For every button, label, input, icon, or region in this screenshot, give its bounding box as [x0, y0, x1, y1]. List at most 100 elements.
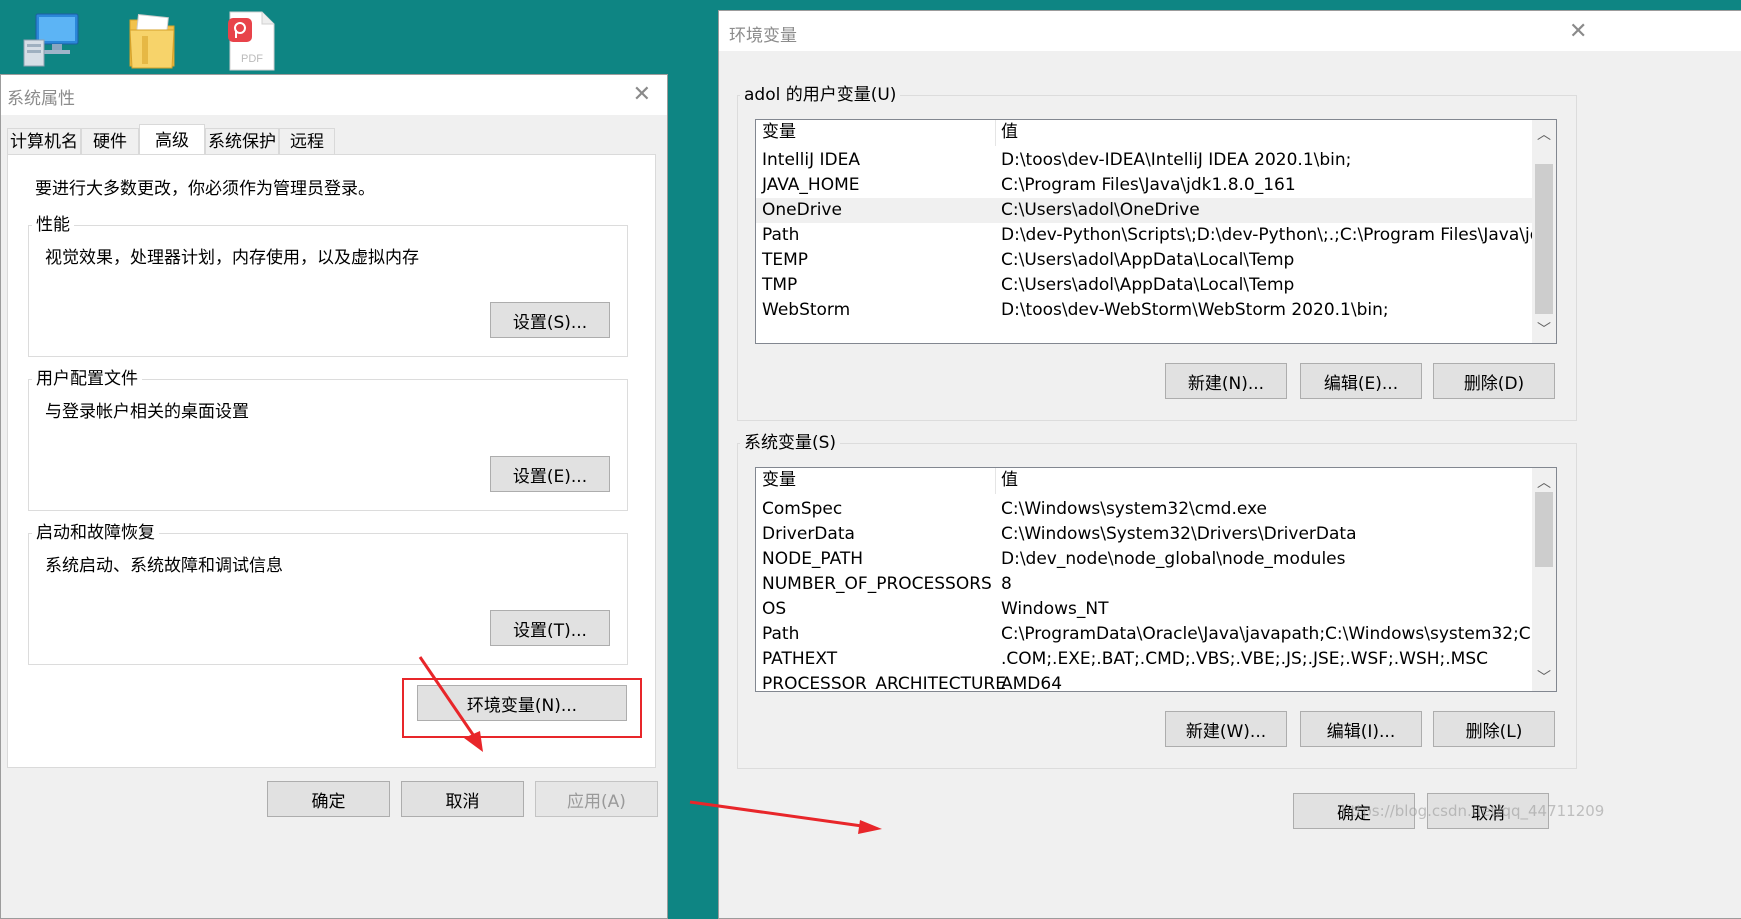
user-profiles-legend: 用户配置文件 [32, 369, 142, 389]
advanced-panel: 要进行大多数更改，你必须作为管理员登录。 性能 视觉效果，处理器计划，内存使用，… [7, 154, 656, 768]
watermark: https://blog.csdn.net/qq_44711209 [1341, 802, 1605, 820]
user-profiles-description: 与登录帐户相关的桌面设置 [45, 402, 249, 422]
user-variable-row[interactable]: WebStorm D:\toos\dev-WebStorm\WebStorm 20… [756, 298, 1534, 323]
list-header: 变量 值 [756, 120, 1534, 146]
startup-recovery-settings-button[interactable]: 设置(T)... [490, 610, 610, 646]
apply-button[interactable]: 应用(A) [535, 781, 658, 817]
system-variable-row[interactable]: ComSpec C:\Windows\system32\cmd.exe [756, 497, 1534, 522]
system-variable-row[interactable]: PROCESSOR_ARCHITECTURE AMD64 [756, 672, 1534, 692]
system-new-button[interactable]: 新建(W)... [1165, 711, 1287, 747]
variable-name: IntelliJ IDEA [762, 150, 860, 170]
scrollbar-thumb[interactable] [1535, 492, 1553, 567]
ok-button[interactable]: 确定 [267, 781, 390, 817]
user-variable-row[interactable]: Path D:\dev-Python\Scripts\;D:\dev-Python… [756, 223, 1556, 248]
variable-name: JAVA_HOME [762, 175, 860, 195]
system-variable-row[interactable]: OS Windows_NT [756, 597, 1534, 622]
variable-name: WebStorm [762, 300, 851, 320]
tab-remote[interactable]: 远程 [279, 128, 335, 154]
svg-text:PDF: PDF [241, 53, 263, 65]
env-close-icon[interactable]: ✕ [1569, 21, 1587, 43]
variable-name: DriverData [762, 524, 855, 544]
scrollbar-thumb[interactable] [1535, 164, 1553, 314]
variable-value: D:\toos\dev-IDEA\IntelliJ IDEA 2020.1\bi… [1001, 150, 1352, 170]
user-variable-row[interactable]: JAVA_HOME C:\Program Files\Java\jdk1.8.0_… [756, 173, 1534, 198]
title-bar: 系统属性 ✕ [1, 75, 667, 115]
user-variable-row-selected[interactable]: OneDrive C:\Users\adol\OneDrive [756, 198, 1534, 223]
variable-name: TMP [762, 275, 798, 295]
system-variable-row[interactable]: DriverData C:\Windows\System32\Drivers\Dr… [756, 522, 1534, 547]
system-delete-button[interactable]: 删除(L) [1433, 711, 1555, 747]
variable-value: .COM;.EXE;.BAT;.CMD;.VBS;.VBE;.JS;.JSE;.… [1001, 649, 1489, 669]
tab-hardware[interactable]: 硬件 [81, 128, 139, 154]
vertical-scrollbar[interactable]: ︿ ﹀ [1532, 468, 1556, 691]
user-variable-row[interactable]: TEMP C:\Users\adol\AppData\Local\Temp [756, 248, 1534, 273]
computer-icon[interactable] [22, 10, 82, 72]
env-dialog-title: 环境变量 [729, 26, 797, 46]
startup-recovery-legend: 启动和故障恢复 [32, 523, 159, 543]
variable-name: NUMBER_OF_PROCESSORS [762, 574, 992, 594]
scroll-up-icon[interactable]: ︿ [1532, 124, 1556, 144]
user-new-button[interactable]: 新建(N)... [1165, 363, 1287, 399]
performance-group: 性能 视觉效果，处理器计划，内存使用，以及虚拟内存 设置(S)... [28, 215, 628, 357]
variable-name: OneDrive [762, 200, 842, 220]
startup-recovery-description: 系统启动、系统故障和调试信息 [45, 556, 283, 576]
variable-name: PROCESSOR_ARCHITECTURE [762, 674, 1006, 692]
startup-recovery-group: 启动和故障恢复 系统启动、系统故障和调试信息 设置(T)... [28, 523, 628, 665]
system-variable-row[interactable]: NODE_PATH D:\dev_node\node_global\node_mo… [756, 547, 1534, 572]
variable-value: C:\Windows\system32\cmd.exe [1001, 499, 1268, 519]
system-variable-row[interactable]: PATHEXT .COM;.EXE;.BAT;.CMD;.VBS;.VBE;.JS… [756, 647, 1534, 672]
column-header-variable[interactable]: 变量 [762, 468, 796, 493]
variable-value: C:\Users\adol\AppData\Local\Temp [1001, 275, 1295, 295]
performance-settings-button[interactable]: 设置(S)... [490, 302, 610, 338]
variable-value: C:\Users\adol\OneDrive [1001, 200, 1200, 220]
variable-value: D:\dev-Python\Scripts\;D:\dev-Python\;.;… [1001, 225, 1557, 245]
system-edit-button[interactable]: 编辑(I)... [1300, 711, 1422, 747]
column-header-value[interactable]: 值 [1001, 120, 1018, 145]
user-delete-button[interactable]: 删除(D) [1433, 363, 1555, 399]
close-icon[interactable]: ✕ [633, 84, 651, 106]
variable-value: 8 [1001, 574, 1012, 594]
variable-value: C:\Users\adol\AppData\Local\Temp [1001, 250, 1295, 270]
variable-value: Windows_NT [1001, 599, 1109, 619]
system-variables-legend: 系统变量(S) [740, 433, 841, 453]
system-variable-row[interactable]: NUMBER_OF_PROCESSORS 8 [756, 572, 1534, 597]
tab-advanced[interactable]: 高级 [139, 124, 205, 154]
variable-name: Path [762, 624, 800, 644]
vertical-scrollbar[interactable]: ︿ ﹀ [1532, 120, 1556, 343]
column-header-variable[interactable]: 变量 [762, 120, 796, 145]
tab-strip: 计算机名 硬件 高级 系统保护 远程 [7, 124, 657, 154]
variable-name: OS [762, 599, 787, 619]
cancel-button[interactable]: 取消 [401, 781, 524, 817]
pdf-file-icon[interactable]: PDF [220, 10, 280, 72]
variable-value: AMD64 [1001, 674, 1063, 692]
tab-system-protection[interactable]: 系统保护 [205, 128, 279, 154]
user-edit-button[interactable]: 编辑(E)... [1300, 363, 1422, 399]
user-variable-row[interactable]: IntelliJ IDEA D:\toos\dev-IDEA\IntelliJ I… [756, 148, 1534, 173]
variable-value: C:\Windows\System32\Drivers\DriverData [1001, 524, 1357, 544]
user-variables-list[interactable]: 变量 值 IntelliJ IDEA D:\toos\dev-IDEA\Intel… [755, 119, 1557, 344]
variable-name: Path [762, 225, 800, 245]
environment-variables-dialog: 环境变量 ✕ adol 的用户变量(U) 变量 值 IntelliJ IDEA D… [718, 10, 1741, 919]
system-variable-row[interactable]: Path C:\ProgramData\Oracle\Java\javapath;… [756, 622, 1556, 647]
scroll-down-icon[interactable]: ﹀ [1532, 319, 1556, 339]
variable-name: TEMP [762, 250, 809, 270]
user-variable-row[interactable]: TMP C:\Users\adol\AppData\Local\Temp [756, 273, 1534, 298]
performance-legend: 性能 [32, 215, 74, 235]
performance-description: 视觉效果，处理器计划，内存使用，以及虚拟内存 [45, 248, 419, 268]
column-separator[interactable] [995, 120, 996, 146]
variable-name: ComSpec [762, 499, 843, 519]
system-variables-list[interactable]: 变量 值 ComSpec C:\Windows\system32\cmd.exe … [755, 467, 1557, 692]
user-profiles-settings-button[interactable]: 设置(E)... [490, 456, 610, 492]
scroll-down-icon[interactable]: ﹀ [1532, 667, 1556, 687]
folder-icon[interactable] [122, 10, 182, 72]
variable-value: C:\Program Files\Java\jdk1.8.0_161 [1001, 175, 1296, 195]
variable-value: D:\dev_node\node_global\node_modules [1001, 549, 1346, 569]
list-header: 变量 值 [756, 468, 1534, 494]
highlight-box [402, 678, 642, 738]
variable-name: PATHEXT [762, 649, 838, 669]
tab-computer-name[interactable]: 计算机名 [7, 128, 81, 154]
column-separator[interactable] [995, 468, 996, 494]
column-header-value[interactable]: 值 [1001, 468, 1018, 493]
admin-note: 要进行大多数更改，你必须作为管理员登录。 [35, 179, 375, 199]
scroll-up-icon[interactable]: ︿ [1532, 472, 1556, 492]
